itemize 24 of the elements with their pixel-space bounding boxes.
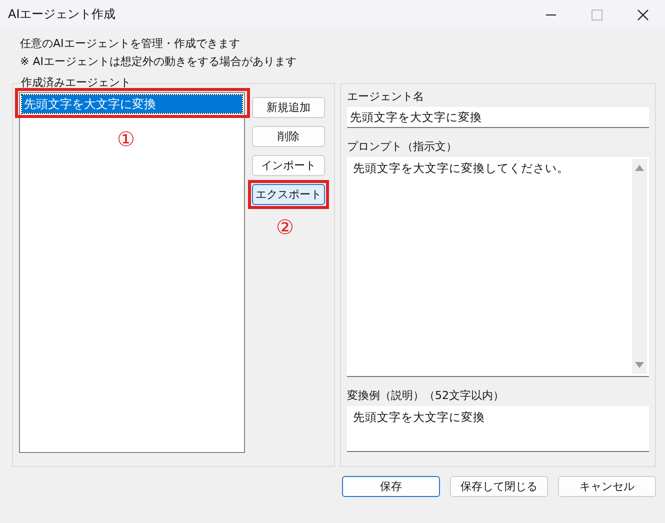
description-text: 任意のAIエージェントを管理・作成できます [20,36,241,51]
window-title: AIエージェント作成 [8,6,116,23]
scrollbar[interactable] [632,159,647,374]
description-text: ※ AIエージェントは想定外の動きをする場合があります [20,54,298,69]
scroll-down-icon[interactable] [635,362,644,368]
example-field[interactable]: 先頭文字を大文字に変換 [347,406,649,452]
field-label: プロンプト（指示文） [347,139,458,154]
agent-list-item[interactable]: 先頭文字を大文字に変換 [22,95,242,113]
annotation-number: ② [276,216,294,238]
dialog-button[interactable]: キャンセル [558,476,656,497]
action-button[interactable]: インポート [252,155,325,176]
maximize-icon [591,8,603,20]
scroll-up-icon[interactable] [635,165,644,171]
action-button[interactable]: 削除 [252,126,325,147]
field-label: エージェント名 [347,89,425,104]
agent-name-field[interactable]: 先頭文字を大文字に変換 [347,107,649,128]
field-label: 変換例（説明）（52文字以内） [347,388,505,403]
prompt-field[interactable]: 先頭文字を大文字に変換してください。 [347,157,649,377]
action-button[interactable]: 新規追加 [252,97,325,118]
dialog-button[interactable]: 保存 [342,476,440,497]
annotation-number: ① [117,128,135,150]
close-icon[interactable] [637,8,649,20]
dialog-button[interactable]: 保存して閉じる [450,476,548,497]
action-button[interactable]: エクスポート [252,184,325,205]
